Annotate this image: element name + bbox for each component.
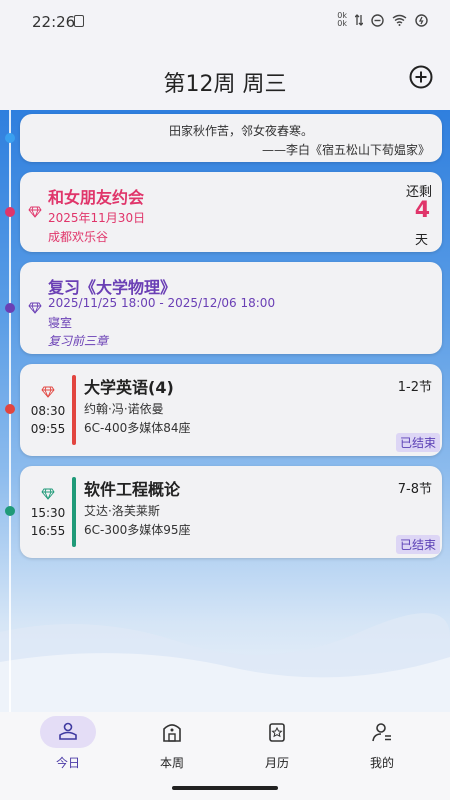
- status-bar: 22:26 0k 0k: [0, 0, 450, 46]
- course-sections: 7-8节: [397, 482, 432, 497]
- review-title: 复习《大学物理》: [48, 278, 177, 297]
- course-color-bar: [72, 375, 76, 445]
- timeline-dot: [5, 207, 15, 217]
- nav-week[interactable]: 本周: [116, 712, 228, 782]
- nav-calendar-label: 月历: [264, 756, 289, 770]
- battery-icon: [415, 13, 428, 27]
- event-title: 和女朋友约会: [48, 188, 145, 207]
- data-transfer-icon: [355, 14, 363, 26]
- event-date: 2025年11月30日: [48, 211, 146, 225]
- gem-icon: [41, 386, 55, 398]
- nav-calendar[interactable]: 月历: [221, 712, 333, 782]
- today-icon: [59, 722, 77, 740]
- status-icons: 0k 0k: [337, 12, 428, 28]
- schedule-content[interactable]: 田家秋作苦，邻女夜舂寒。 ——李白《宿五松山下荀媪家》 和女朋友约会 2025年…: [0, 110, 450, 712]
- course-teacher: 艾达·洛芙莱斯: [84, 504, 160, 518]
- user-icon: [372, 723, 391, 742]
- course-end-time: 09:55: [30, 422, 66, 436]
- wifi-icon: [392, 14, 407, 26]
- status-time: 22:26: [32, 13, 76, 31]
- network-speed: 0k 0k: [337, 11, 347, 28]
- course-room: 6C-400多媒体84座: [84, 421, 191, 435]
- course-sections: 1-2节: [397, 380, 432, 395]
- gem-icon: [28, 302, 42, 314]
- week-icon: [163, 724, 181, 742]
- course-card[interactable]: 15:30 16:55 软件工程概论 艾达·洛芙莱斯 6C-300多媒体95座 …: [20, 466, 442, 558]
- page-title: 第12周 周三: [163, 72, 287, 97]
- poem-quote-card: 田家秋作苦，邻女夜舂寒。 ——李白《宿五松山下荀媪家》: [20, 114, 442, 162]
- timeline-dot: [5, 303, 15, 313]
- course-teacher: 约翰·冯·诺依曼: [84, 402, 164, 416]
- nav-today[interactable]: 今日: [12, 712, 124, 782]
- add-button[interactable]: [408, 64, 434, 90]
- course-name: 大学英语(4): [84, 378, 174, 397]
- nav-mine[interactable]: 我的: [326, 712, 438, 782]
- course-name: 软件工程概论: [84, 480, 181, 499]
- course-color-bar: [72, 477, 76, 547]
- gem-icon: [28, 206, 42, 218]
- nav-mine-label: 我的: [369, 756, 394, 770]
- event-location: 成都欢乐谷: [48, 230, 109, 244]
- notification-icon: [74, 15, 84, 27]
- course-start-time: 08:30: [30, 404, 66, 418]
- countdown-value: 4: [414, 198, 430, 223]
- review-note: 复习前三章: [48, 334, 109, 348]
- status-badge: 已结束: [395, 535, 440, 554]
- review-card[interactable]: 复习《大学物理》 2025/11/25 18:00 - 2025/12/06 1…: [20, 262, 442, 354]
- course-card[interactable]: 08:30 09:55 大学英语(4) 约翰·冯·诺依曼 6C-400多媒体84…: [20, 364, 442, 456]
- do-not-disturb-icon: [371, 13, 384, 27]
- timeline-dot: [5, 404, 15, 414]
- nav-today-label: 今日: [55, 756, 80, 770]
- course-end-time: 16:55: [30, 524, 66, 538]
- review-location: 寝室: [48, 316, 73, 330]
- countdown-unit: 天: [414, 233, 428, 248]
- event-card[interactable]: 和女朋友约会 2025年11月30日 成都欢乐谷 还剩 4 天: [20, 172, 442, 252]
- course-room: 6C-300多媒体95座: [84, 523, 191, 537]
- timeline-dot: [5, 133, 15, 143]
- nav-week-label: 本周: [159, 756, 184, 770]
- calendar-icon: [269, 723, 285, 742]
- status-badge: 已结束: [395, 433, 440, 452]
- app-header: 第12周 周三: [0, 46, 450, 110]
- home-indicator[interactable]: [172, 786, 278, 790]
- course-start-time: 15:30: [30, 506, 66, 520]
- quote-source: ——李白《宿五松山下荀媪家》: [261, 143, 430, 157]
- plus-circle-icon: [409, 65, 433, 89]
- timeline-dot: [5, 506, 15, 516]
- review-date-range: 2025/11/25 18:00 - 2025/12/06 18:00: [48, 296, 276, 310]
- gem-icon: [41, 488, 55, 500]
- quote-text: 田家秋作苦，邻女夜舂寒。: [168, 124, 313, 138]
